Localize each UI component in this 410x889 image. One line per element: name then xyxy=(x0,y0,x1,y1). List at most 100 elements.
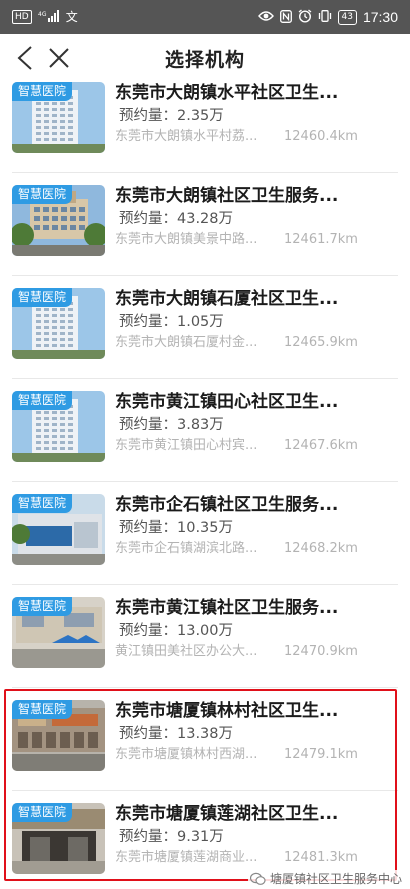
institution-distance: 12460.4km xyxy=(284,129,358,144)
institution-info: 东莞市塘厦镇莲湖社区卫生... 预约量：9.31万 东莞市塘厦镇莲湖商业... … xyxy=(115,803,395,867)
status-right: 43 17:30 xyxy=(257,9,398,25)
smart-hospital-tag: 智慧医院 xyxy=(12,803,73,822)
institution-address: 东莞市塘厦镇莲湖商业... xyxy=(115,850,258,865)
hd-icon: HD xyxy=(12,10,32,24)
institution-address: 东莞市大朗镇美景中路... xyxy=(115,232,258,247)
institution-info: 东莞市企石镇社区卫生服务... 预约量：10.35万 东莞市企石镇湖滨北路...… xyxy=(115,494,395,558)
institution-photo: 智慧医院 xyxy=(12,82,105,153)
institution-info: 东莞市大朗镇石厦社区卫生... 预约量：1.05万 东莞市大朗镇石厦村金... … xyxy=(115,288,395,352)
booking-count: 预约量：13.00万 xyxy=(119,621,395,641)
institution-photo: 智慧医院 xyxy=(12,391,105,462)
close-button[interactable] xyxy=(44,42,74,74)
institution-name: 东莞市黄江镇社区卫生服务... xyxy=(115,598,339,618)
header: 选择机构 xyxy=(0,34,410,82)
institution-info: 东莞市大朗镇社区卫生服务... 预约量：43.28万 东莞市大朗镇美景中路...… xyxy=(115,185,395,249)
nfc-icon xyxy=(279,9,292,25)
institution-distance: 12465.9km xyxy=(284,335,358,350)
institution-meta: 东莞市塘厦镇林村西湖... 12479.1km xyxy=(115,746,395,764)
booking-count: 预约量：43.28万 xyxy=(119,209,395,229)
institution-name: 东莞市大朗镇石厦社区卫生... xyxy=(115,289,339,309)
nav-buttons xyxy=(10,42,74,74)
clock: 17:30 xyxy=(362,9,398,25)
institution-list-inner: 智慧医院 东莞市大朗镇水平社区卫生... 预约量：2.35万 东莞市大朗镇水平村… xyxy=(0,82,410,889)
institution-photo: 智慧医院 xyxy=(12,185,105,256)
booking-label: 预约量： xyxy=(119,314,177,330)
booking-label: 预约量： xyxy=(119,211,177,227)
institution-name: 东莞市大朗镇社区卫生服务... xyxy=(115,186,339,206)
booking-value: 1.05万 xyxy=(177,314,224,330)
vibrate-icon xyxy=(318,10,332,24)
institution-distance: 12470.9km xyxy=(284,644,358,659)
institution-info: 东莞市黄江镇社区卫生服务... 预约量：13.00万 黄江镇田美社区办公大...… xyxy=(115,597,395,661)
booking-value: 9.31万 xyxy=(177,829,224,845)
list-item[interactable]: 智慧医院 东莞市塘厦镇林村社区卫生... 预约量：13.38万 东莞市塘厦镇林村… xyxy=(0,688,410,791)
list-item[interactable]: 智慧医院 东莞市大朗镇水平社区卫生... 预约量：2.35万 东莞市大朗镇水平村… xyxy=(0,82,410,173)
page-title: 选择机构 xyxy=(164,48,245,71)
smart-hospital-tag: 智慧医院 xyxy=(12,391,73,410)
booking-label: 预约量： xyxy=(119,829,177,845)
signal-label: 4G xyxy=(38,11,47,18)
booking-label: 预约量： xyxy=(119,108,177,124)
institution-meta: 东莞市大朗镇石厦村金... 12465.9km xyxy=(115,334,395,352)
booking-value: 3.83万 xyxy=(177,417,224,433)
watermark: 塘厦镇社区卫生服务中心 xyxy=(247,870,404,887)
booking-count: 预约量：10.35万 xyxy=(119,518,395,538)
status-bar: HD 4G 文 43 17:30 xyxy=(0,0,410,34)
status-left: HD 4G 文 xyxy=(12,10,78,24)
institution-meta: 黄江镇田美社区办公大... 12470.9km xyxy=(115,643,395,661)
institution-address: 东莞市大朗镇石厦村金... xyxy=(115,335,258,350)
institution-meta: 东莞市大朗镇美景中路... 12461.7km xyxy=(115,231,395,249)
booking-count: 预约量：1.05万 xyxy=(119,312,395,332)
institution-name: 东莞市塘厦镇莲湖社区卫生... xyxy=(115,804,339,824)
booking-count: 预约量：9.31万 xyxy=(119,827,395,847)
institution-distance: 12467.6km xyxy=(284,438,358,453)
smart-hospital-tag: 智慧医院 xyxy=(12,494,73,513)
booking-label: 预约量： xyxy=(119,623,177,639)
booking-count: 预约量：13.38万 xyxy=(119,724,395,744)
institution-address: 黄江镇田美社区办公大... xyxy=(115,644,258,659)
institution-photo: 智慧医院 xyxy=(12,288,105,359)
institution-photo: 智慧医院 xyxy=(12,803,105,874)
institution-photo: 智慧医院 xyxy=(12,700,105,771)
booking-value: 13.00万 xyxy=(177,623,234,639)
institution-distance: 12479.1km xyxy=(284,747,358,762)
battery-icon: 43 xyxy=(337,9,357,25)
institution-name: 东莞市塘厦镇林村社区卫生... xyxy=(115,701,339,721)
institution-distance: 12468.2km xyxy=(284,541,358,556)
booking-label: 预约量： xyxy=(119,520,177,536)
smart-hospital-tag: 智慧医院 xyxy=(12,700,73,719)
list-item[interactable]: 智慧医院 东莞市黄江镇田心社区卫生... 预约量：3.83万 东莞市黄江镇田心村… xyxy=(0,379,410,482)
institution-address: 东莞市企石镇湖滨北路... xyxy=(115,541,258,556)
list-item[interactable]: 智慧医院 东莞市黄江镇社区卫生服务... 预约量：13.00万 黄江镇田美社区办… xyxy=(0,585,410,688)
booking-value: 13.38万 xyxy=(177,726,234,742)
smart-hospital-tag: 智慧医院 xyxy=(12,288,73,307)
alarm-icon xyxy=(298,9,312,25)
institution-distance: 12481.3km xyxy=(284,850,358,865)
institution-address: 东莞市大朗镇水平村荔... xyxy=(115,129,258,144)
booking-value: 43.28万 xyxy=(177,211,234,227)
institution-photo: 智慧医院 xyxy=(12,494,105,565)
booking-value: 10.35万 xyxy=(177,520,234,536)
booking-count: 预约量：2.35万 xyxy=(119,106,395,126)
institution-address: 东莞市塘厦镇林村西湖... xyxy=(115,747,258,762)
institution-meta: 东莞市黄江镇田心村宾... 12467.6km xyxy=(115,437,395,455)
institution-distance: 12461.7km xyxy=(284,232,358,247)
institution-address: 东莞市黄江镇田心村宾... xyxy=(115,438,258,453)
list-item[interactable]: 智慧医院 东莞市大朗镇石厦社区卫生... 预约量：1.05万 东莞市大朗镇石厦村… xyxy=(0,276,410,379)
chevron-left-icon xyxy=(17,46,32,70)
institution-list[interactable]: 智慧医院 东莞市大朗镇水平社区卫生... 预约量：2.35万 东莞市大朗镇水平村… xyxy=(0,82,410,889)
booking-label: 预约量： xyxy=(119,726,177,742)
list-item[interactable]: 智慧医院 东莞市大朗镇社区卫生服务... 预约量：43.28万 东莞市大朗镇美景… xyxy=(0,173,410,276)
smart-hospital-tag: 智慧医院 xyxy=(12,82,73,101)
back-button[interactable] xyxy=(10,42,40,74)
institution-photo: 智慧医院 xyxy=(12,597,105,668)
institution-info: 东莞市塘厦镇林村社区卫生... 预约量：13.38万 东莞市塘厦镇林村西湖...… xyxy=(115,700,395,764)
institution-name: 东莞市企石镇社区卫生服务... xyxy=(115,495,339,515)
translate-icon: 文 xyxy=(65,10,78,24)
institution-meta: 东莞市大朗镇水平村荔... 12460.4km xyxy=(115,128,395,146)
institution-name: 东莞市黄江镇田心社区卫生... xyxy=(115,392,339,412)
institution-meta: 东莞市塘厦镇莲湖商业... 12481.3km xyxy=(115,849,395,867)
list-item[interactable]: 智慧医院 东莞市企石镇社区卫生服务... 预约量：10.35万 东莞市企石镇湖滨… xyxy=(0,482,410,585)
smart-hospital-tag: 智慧医院 xyxy=(12,185,73,204)
booking-count: 预约量：3.83万 xyxy=(119,415,395,435)
